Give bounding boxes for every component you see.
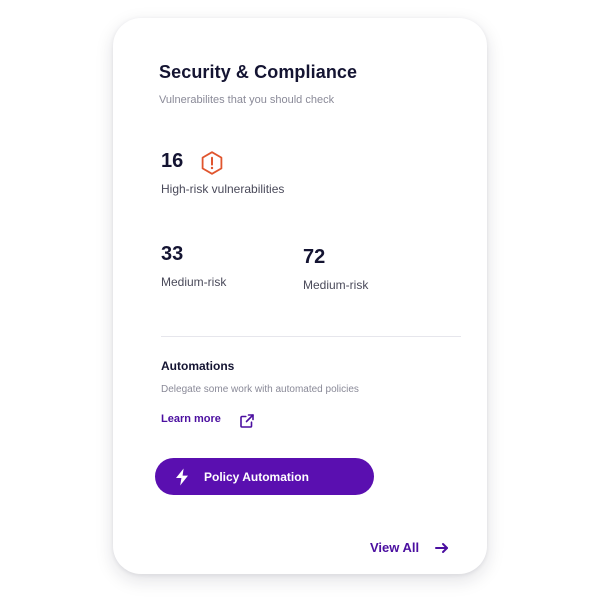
external-link-icon [239,413,255,429]
lightning-bolt-icon [174,468,190,486]
view-all-link[interactable]: View All [370,539,449,555]
card-subtitle: Vulnerabilites that you should check [159,94,335,106]
section-divider [161,336,461,337]
policy-automation-label: Policy Automation [204,469,309,484]
medium-risk-count-2: 72 [303,246,326,268]
view-all-label: View All [370,539,420,555]
automations-title: Automations [161,359,235,373]
high-risk-label: High-risk vulnerabilities [161,182,285,196]
medium-risk-count-1: 33 [161,243,184,265]
policy-automation-button[interactable]: Policy Automation [155,458,374,495]
arrow-right-icon [435,541,449,555]
security-compliance-card: Security & Compliance Vulnerabilites tha… [113,18,487,574]
medium-risk-label-2: Medium-risk [303,278,369,292]
learn-more-label: Learn more [161,413,221,425]
high-risk-count: 16 [161,150,184,172]
automations-subtitle: Delegate some work with automated polici… [161,384,359,395]
learn-more-link[interactable]: Learn more [161,409,255,429]
medium-risk-label-1: Medium-risk [161,275,227,289]
card-title: Security & Compliance [159,62,358,82]
alert-hexagon-icon [199,150,225,176]
